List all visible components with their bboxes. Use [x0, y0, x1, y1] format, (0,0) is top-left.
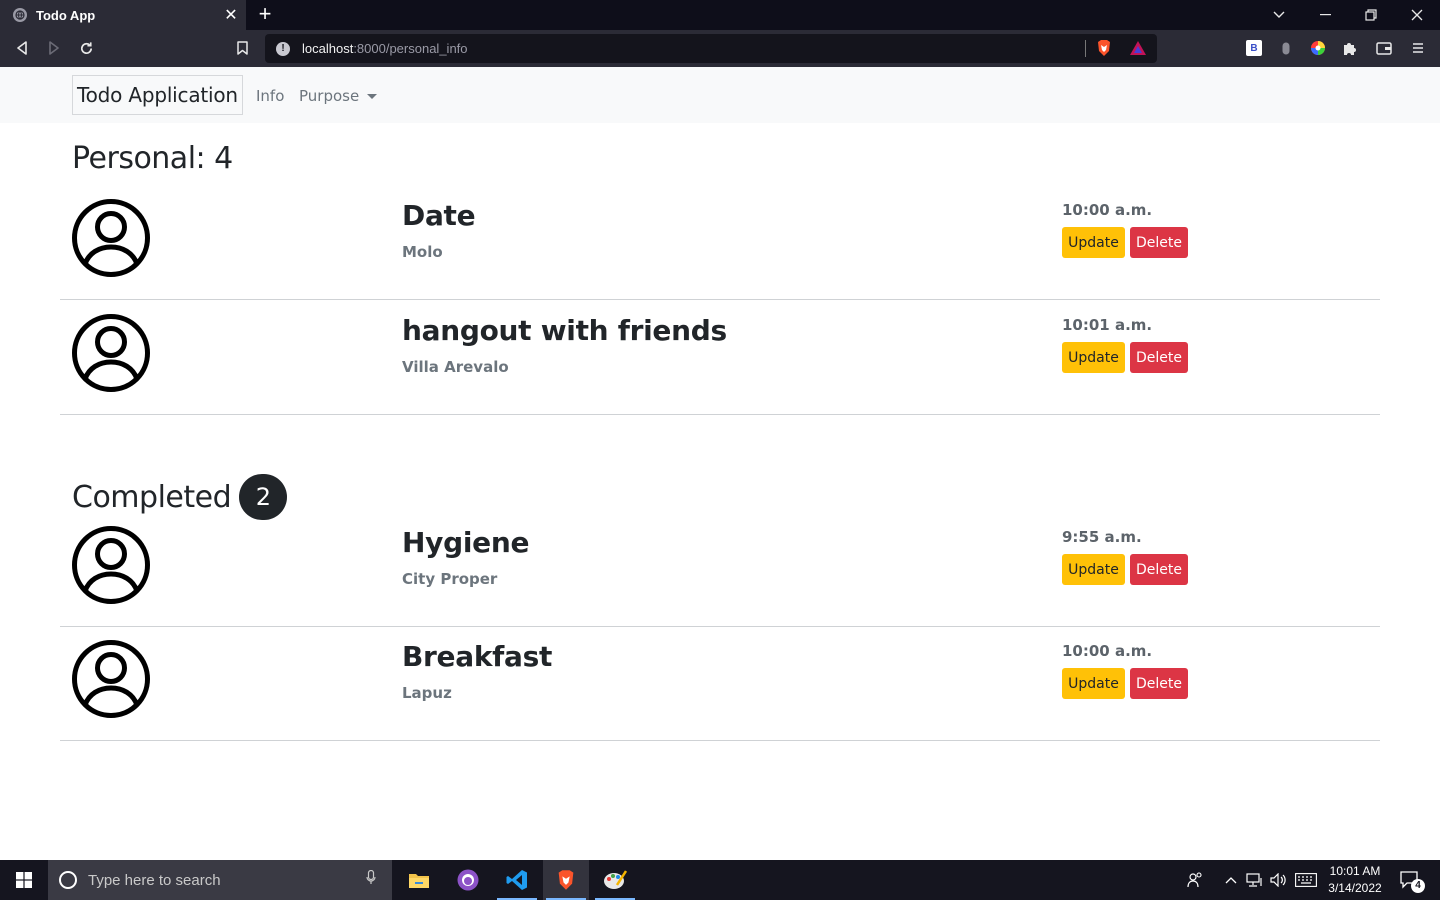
item-place: Lapuz [402, 684, 452, 702]
address-bar-divider [1085, 40, 1086, 57]
completed-heading-text: Completed [72, 479, 232, 515]
list-item: hangout with friends Villa Arevalo 10:01… [60, 300, 1380, 415]
update-button[interactable]: Update [1062, 668, 1125, 699]
browser-toolbar: ! localhost:8000/personal_info B [0, 30, 1440, 67]
delete-button[interactable]: Delete [1130, 227, 1188, 258]
people-icon[interactable] [1183, 860, 1207, 900]
show-hidden-icons-chevron-icon[interactable] [1221, 860, 1241, 900]
clock-date: 3/14/2022 [1328, 881, 1382, 895]
person-circle-icon [72, 314, 150, 392]
paint-icon[interactable] [592, 860, 638, 900]
extensions-puzzle-icon[interactable] [1341, 39, 1359, 57]
update-button[interactable]: Update [1062, 342, 1125, 373]
minimize-icon[interactable] [1302, 0, 1348, 30]
list-item: Breakfast Lapuz 10:00 a.m. Update Delete [60, 626, 1380, 741]
wallet-icon[interactable] [1375, 39, 1393, 57]
browser-tab[interactable]: Todo App ✕ [0, 0, 246, 30]
extension-b-icon[interactable]: B [1245, 39, 1263, 57]
reload-icon[interactable] [73, 36, 99, 60]
brave-shields-icon[interactable] [1095, 39, 1113, 57]
nav-link-info[interactable]: Info [256, 87, 284, 105]
browser-tab-strip: Todo App ✕ + [0, 0, 1440, 30]
delete-button[interactable]: Delete [1130, 342, 1188, 373]
file-explorer-icon[interactable] [396, 860, 442, 900]
cortana-icon [59, 871, 77, 889]
vscode-icon[interactable] [494, 860, 540, 900]
brave-browser-taskbar-icon[interactable] [543, 860, 589, 900]
volume-icon[interactable] [1268, 860, 1290, 900]
search-placeholder: Type here to search [88, 871, 221, 889]
delete-button[interactable]: Delete [1130, 554, 1188, 585]
item-time: 10:00 a.m. [1062, 642, 1153, 660]
bookmark-icon[interactable] [229, 36, 255, 60]
person-circle-icon [72, 640, 150, 718]
navbar-brand[interactable]: Todo Application [72, 75, 243, 115]
taskbar-search-input[interactable]: Type here to search [48, 860, 392, 900]
notification-center-icon[interactable]: 4 [1394, 860, 1426, 900]
close-window-icon[interactable] [1394, 0, 1440, 30]
site-info-icon[interactable]: ! [276, 41, 290, 56]
menu-icon[interactable] [1409, 39, 1427, 57]
item-place: City Proper [402, 570, 498, 588]
item-title: Date [402, 199, 476, 232]
update-button[interactable]: Update [1062, 554, 1125, 585]
tab-close-icon[interactable]: ✕ [220, 5, 242, 25]
tab-search-chevron-icon[interactable] [1256, 0, 1302, 30]
brave-rewards-icon[interactable] [1129, 39, 1147, 57]
page-navbar: Todo Application Info Purpose [0, 67, 1440, 123]
new-tab-button[interactable]: + [254, 3, 276, 27]
github-desktop-icon[interactable] [445, 860, 491, 900]
system-clock[interactable]: 10:01 AM 3/14/2022 [1322, 863, 1388, 897]
restore-icon[interactable] [1348, 0, 1394, 30]
item-time: 10:01 a.m. [1062, 316, 1153, 334]
windows-start-icon[interactable] [0, 860, 48, 900]
item-place: Molo [402, 243, 443, 261]
forward-icon[interactable] [41, 36, 67, 60]
personal-heading: Personal: 4 [72, 141, 233, 176]
windows-taskbar: Type here to search 10:01 AM 3/14/2022 4 [0, 860, 1440, 900]
nav-dropdown-purpose[interactable]: Purpose [299, 87, 378, 105]
personal-heading-text: Personal: 4 [72, 141, 233, 176]
caret-down-icon [367, 94, 378, 99]
extension-color-picker-icon[interactable] [1309, 39, 1327, 57]
keyboard-icon[interactable] [1293, 860, 1319, 900]
nav-dropdown-label: Purpose [299, 87, 360, 105]
delete-button[interactable]: Delete [1130, 668, 1188, 699]
network-icon[interactable] [1244, 860, 1266, 900]
back-icon[interactable] [9, 36, 35, 60]
notification-count-badge: 4 [1411, 879, 1425, 893]
update-button[interactable]: Update [1062, 227, 1125, 258]
item-time: 9:55 a.m. [1062, 528, 1142, 546]
microphone-icon[interactable] [366, 869, 376, 890]
item-title: hangout with friends [402, 314, 727, 347]
url-text: localhost:8000/personal_info [302, 41, 468, 56]
item-title: Breakfast [402, 640, 553, 673]
item-title: Hygiene [402, 526, 530, 559]
globe-icon [13, 8, 27, 22]
address-bar[interactable]: ! localhost:8000/personal_info [265, 34, 1157, 63]
person-circle-icon [72, 199, 150, 277]
clock-time: 10:01 AM [1329, 864, 1381, 878]
list-item: Date Molo 10:00 a.m. Update Delete [60, 185, 1380, 300]
list-item: Hygiene City Proper 9:55 a.m. Update Del… [60, 512, 1380, 627]
extension-mouse-icon[interactable] [1277, 39, 1295, 57]
tab-title: Todo App [36, 7, 96, 23]
item-time: 10:00 a.m. [1062, 201, 1153, 219]
item-place: Villa Arevalo [402, 358, 509, 376]
person-circle-icon [72, 526, 150, 604]
